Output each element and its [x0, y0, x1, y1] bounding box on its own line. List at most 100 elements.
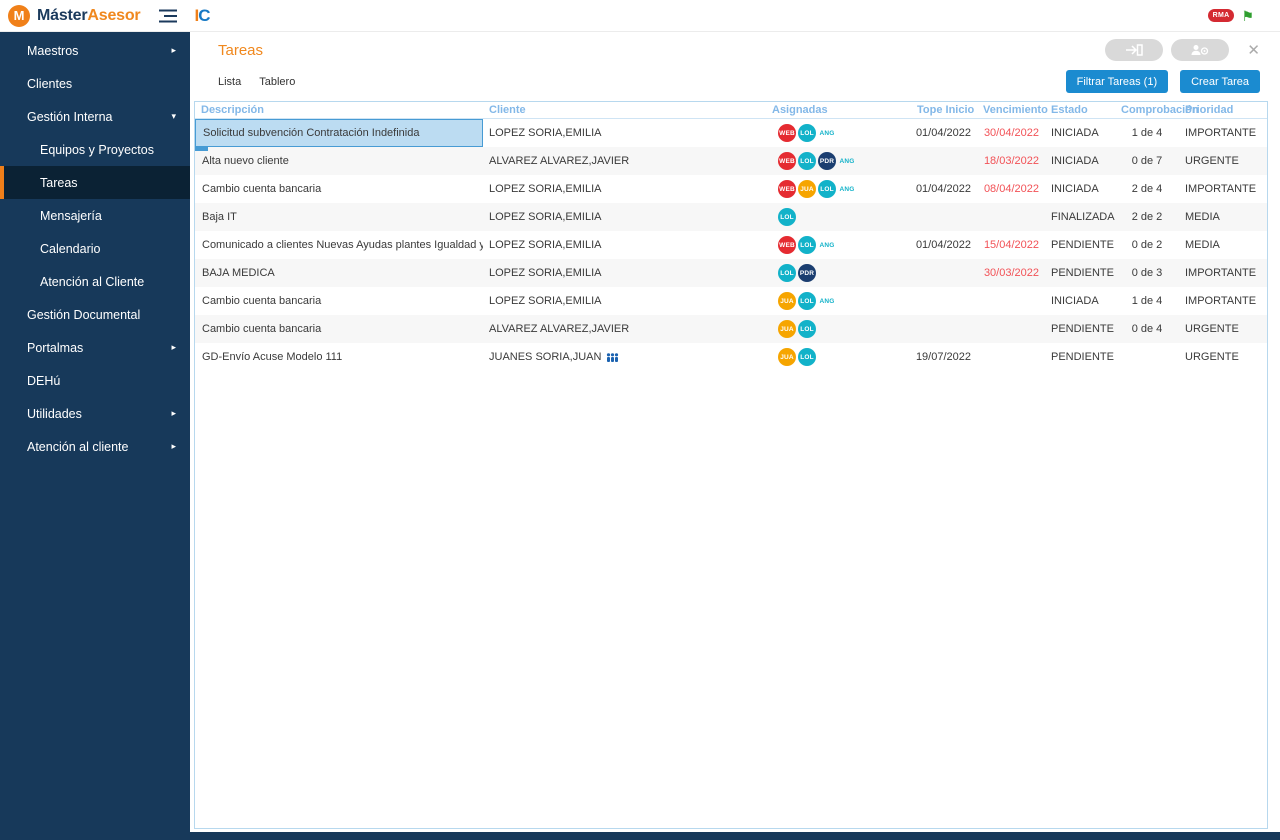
cell-comprobacion[interactable]: 1 de 4	[1115, 287, 1179, 315]
filter-tasks-button[interactable]: Filtrar Tareas (1)	[1065, 70, 1169, 93]
cell-descripcion[interactable]: Cambio cuenta bancaria	[195, 315, 483, 343]
sidebar-item-clientes[interactable]: Clientes	[0, 67, 190, 100]
cell-asignadas[interactable]: WEB JUA LOL ANG	[766, 175, 911, 203]
cell-asignadas[interactable]: WEB LOL PDR ANG	[766, 147, 911, 175]
app-logo[interactable]: M MásterAsesor	[8, 4, 141, 27]
cell-asignadas[interactable]: LOL PDR	[766, 259, 911, 287]
cell-cliente[interactable]: LOPEZ SORIA,EMILIA	[483, 175, 766, 203]
detach-window-button[interactable]	[1105, 39, 1164, 61]
sidebar-item-gestion-documental[interactable]: Gestión Documental	[0, 298, 190, 331]
cell-asignadas[interactable]: JUA LOL ANG	[766, 287, 911, 315]
cell-tope-inicio[interactable]: 01/04/2022	[911, 119, 977, 147]
cell-asignadas[interactable]: LOL	[766, 203, 911, 231]
create-task-button[interactable]: Crear Tarea	[1180, 70, 1260, 93]
cell-comprobacion[interactable]: 0 de 7	[1115, 147, 1179, 175]
cell-tope-inicio[interactable]: 01/04/2022	[911, 175, 977, 203]
cell-prioridad[interactable]: URGENTE	[1179, 147, 1267, 175]
sidebar-item-gestion-interna[interactable]: Gestión Interna ▾	[0, 100, 190, 133]
table-row[interactable]: Baja IT LOPEZ SORIA,EMILIA LOL FINALIZADA 2 …	[195, 203, 1267, 231]
sidebar-item-calendario[interactable]: Calendario	[0, 232, 190, 265]
table-row[interactable]: Cambio cuenta bancaria ALVAREZ ALVAREZ,JA…	[195, 315, 1267, 343]
user-settings-button[interactable]	[1171, 39, 1230, 61]
cell-prioridad[interactable]: URGENTE	[1179, 315, 1267, 343]
cell-descripcion[interactable]: Baja IT	[195, 203, 483, 231]
cell-prioridad[interactable]: MEDIA	[1179, 203, 1267, 231]
cell-cliente[interactable]: LOPEZ SORIA,EMILIA	[483, 231, 766, 259]
table-row[interactable]: Solicitud subvención Contratación Indefi…	[195, 119, 1267, 151]
sidebar-item-utilidades[interactable]: Utilidades ▸	[0, 397, 190, 430]
cell-cliente[interactable]: LOPEZ SORIA,EMILIA	[483, 259, 766, 287]
flag-icon[interactable]: ⚑	[1241, 9, 1254, 23]
cell-tope-inicio[interactable]	[911, 147, 977, 175]
cell-tope-inicio[interactable]	[911, 259, 977, 287]
column-header-vencimiento[interactable]: Vencimiento	[977, 104, 1048, 116]
sidebar-item-mensajeria[interactable]: Mensajería	[0, 199, 190, 232]
cell-estado[interactable]: INICIADA	[1045, 175, 1115, 203]
cell-cliente[interactable]: ALVAREZ ALVAREZ,JAVIER	[483, 315, 766, 343]
cell-cliente[interactable]: LOPEZ SORIA,EMILIA	[483, 119, 766, 147]
cell-cliente[interactable]: LOPEZ SORIA,EMILIA	[483, 287, 766, 315]
cell-vencimiento[interactable]: 18/03/2022	[977, 147, 1045, 175]
cell-comprobacion[interactable]: 1 de 4	[1115, 119, 1179, 147]
ic-partner-logo[interactable]: IC	[194, 6, 210, 26]
cell-comprobacion[interactable]: 2 de 2	[1115, 203, 1179, 231]
sidebar-item-atencion-al-cliente[interactable]: Atención al Cliente	[0, 265, 190, 298]
cell-vencimiento[interactable]: 30/03/2022	[977, 259, 1045, 287]
cell-descripcion[interactable]: BAJA MEDICA	[195, 259, 483, 287]
cell-estado[interactable]: FINALIZADA	[1045, 203, 1115, 231]
cell-prioridad[interactable]: IMPORTANTE	[1179, 259, 1267, 287]
cell-tope-inicio[interactable]	[911, 203, 977, 231]
cell-prioridad[interactable]: IMPORTANTE	[1179, 119, 1267, 147]
cell-vencimiento[interactable]	[977, 343, 1045, 371]
cell-comprobacion[interactable]	[1115, 343, 1179, 371]
cell-vencimiento[interactable]	[977, 315, 1045, 343]
cell-vencimiento[interactable]	[977, 287, 1045, 315]
table-row[interactable]: GD-Envío Acuse Modelo 111 JUANES SORIA,JU…	[195, 343, 1267, 371]
cell-prioridad[interactable]: IMPORTANTE	[1179, 175, 1267, 203]
cell-estado[interactable]: PENDIENTE	[1045, 231, 1115, 259]
cell-prioridad[interactable]: URGENTE	[1179, 343, 1267, 371]
cell-comprobacion[interactable]: 0 de 2	[1115, 231, 1179, 259]
cell-estado[interactable]: PENDIENTE	[1045, 259, 1115, 287]
column-header-estado[interactable]: Estado	[1045, 104, 1115, 116]
cell-estado[interactable]: INICIADA	[1045, 119, 1115, 147]
close-panel-button[interactable]: ✕	[1247, 43, 1260, 58]
sidebar-item-atencion-al-cliente[interactable]: Atención al cliente ▸	[0, 430, 190, 463]
cell-vencimiento[interactable]	[977, 203, 1045, 231]
cell-comprobacion[interactable]: 0 de 3	[1115, 259, 1179, 287]
column-header-asignadas[interactable]: Asignadas	[766, 104, 911, 116]
column-header-prioridad[interactable]: Prioridad	[1179, 104, 1267, 116]
cell-estado[interactable]: INICIADA	[1045, 147, 1115, 175]
table-row[interactable]: Alta nuevo cliente ALVAREZ ALVAREZ,JAVIER…	[195, 147, 1267, 175]
menu-toggle-button[interactable]	[158, 9, 178, 23]
cell-vencimiento[interactable]: 30/04/2022	[977, 119, 1045, 147]
cell-tope-inicio[interactable]	[911, 315, 977, 343]
user-badge[interactable]: RMA	[1207, 9, 1235, 22]
cell-tope-inicio[interactable]	[911, 287, 977, 315]
cell-asignadas[interactable]: JUA LOL	[766, 343, 911, 371]
cell-cliente[interactable]: ALVAREZ ALVAREZ,JAVIER	[483, 147, 766, 175]
cell-asignadas[interactable]: WEB LOL ANG	[766, 119, 911, 147]
cell-prioridad[interactable]: IMPORTANTE	[1179, 287, 1267, 315]
table-row[interactable]: BAJA MEDICA LOPEZ SORIA,EMILIA LOL PDR 30/03…	[195, 259, 1267, 287]
cell-asignadas[interactable]: WEB LOL ANG	[766, 231, 911, 259]
cell-prioridad[interactable]: MEDIA	[1179, 231, 1267, 259]
cell-estado[interactable]: PENDIENTE	[1045, 315, 1115, 343]
cell-vencimiento[interactable]: 08/04/2022	[977, 175, 1045, 203]
cell-tope-inicio[interactable]: 01/04/2022	[911, 231, 977, 259]
cell-comprobacion[interactable]: 2 de 4	[1115, 175, 1179, 203]
sidebar-item-portalmas[interactable]: Portalmas ▸	[0, 331, 190, 364]
column-header-comprobacion[interactable]: Comprobación	[1115, 104, 1199, 116]
cell-descripcion[interactable]: GD-Envío Acuse Modelo 111	[195, 343, 483, 371]
sidebar-item-dehu[interactable]: DEHú	[0, 364, 190, 397]
cell-vencimiento[interactable]: 15/04/2022	[977, 231, 1045, 259]
cell-descripcion[interactable]: Solicitud subvención Contratación Indefi…	[195, 119, 483, 151]
tab-tablero[interactable]: Tablero	[259, 76, 295, 88]
table-row[interactable]: Cambio cuenta bancaria LOPEZ SORIA,EMILIA…	[195, 175, 1267, 203]
column-header-tope-inicio[interactable]: Tope Inicio	[911, 104, 977, 116]
column-header-descripcion[interactable]: Descripción	[195, 104, 483, 116]
sidebar-item-equipos-y-proyectos[interactable]: Equipos y Proyectos	[0, 133, 190, 166]
tab-lista[interactable]: Lista	[218, 76, 241, 88]
cell-estado[interactable]: INICIADA	[1045, 287, 1115, 315]
table-row[interactable]: Cambio cuenta bancaria LOPEZ SORIA,EMILIA…	[195, 287, 1267, 315]
